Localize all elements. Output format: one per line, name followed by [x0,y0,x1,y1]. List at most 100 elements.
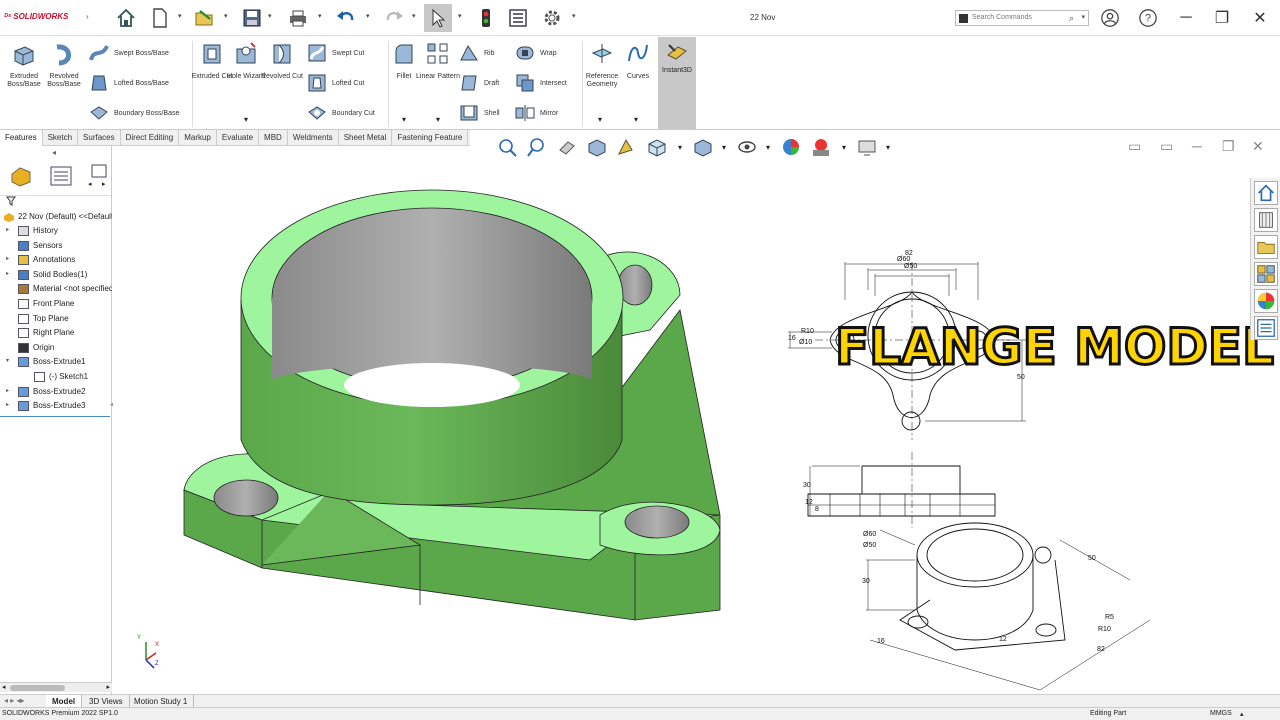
scroll-right-arrow[interactable]: ▸ [106,683,110,691]
search-icon[interactable]: ⌕ [1069,13,1074,24]
search-commands-input[interactable]: Search Commands ⌕ ▾ [955,10,1089,26]
tree-item[interactable]: ▸ Annotations [0,253,112,267]
open-icon[interactable] [190,4,218,32]
search-dropdown-icon[interactable]: ▾ [1081,13,1085,21]
view-settings-dropdown-icon[interactable]: ▾ [886,143,890,152]
tree-item[interactable]: Top Plane [0,312,112,326]
dynamic-annotation-icon[interactable] [616,136,640,160]
view-orientation-dropdown-icon[interactable]: ▾ [678,143,682,152]
draft-button[interactable]: Draft [458,71,499,95]
hide-show-items-icon[interactable] [736,136,760,160]
options-dropdown-icon[interactable]: ▾ [572,12,580,22]
logo-menu-arrow[interactable]: › [86,12,89,21]
help-icon[interactable]: ? [1136,6,1160,30]
tab-features[interactable]: Features [0,130,43,146]
new-dropdown-icon[interactable]: ▾ [178,12,186,22]
feature-tree-scrollbar[interactable]: ◂ ▸ [0,682,112,692]
apply-scene-icon[interactable] [810,136,834,160]
undo-dropdown-icon[interactable]: ▾ [366,12,374,22]
save-icon[interactable] [238,4,266,32]
curves-button[interactable]: Curves [616,41,660,81]
appearances-icon[interactable] [1254,289,1278,313]
doc-tile-icon[interactable]: ▭ [1128,138,1141,155]
tab-scroll-right[interactable]: ▸ [102,180,106,188]
scroll-thumb[interactable] [10,685,65,691]
doc-close-icon[interactable]: ✕ [1252,138,1264,155]
expand-arrow-icon[interactable]: ▸ [6,270,9,277]
tab-fastening-feature[interactable]: Fastening Feature [392,130,469,146]
solidworks-resources-icon[interactable] [1254,181,1278,205]
wrap-button[interactable]: Wrap [514,41,557,65]
tab-surfaces[interactable]: Surfaces [78,130,121,146]
zoom-area-icon[interactable] [526,136,550,160]
tree-item[interactable]: ▸ Solid Bodies(1) [0,268,112,282]
save-dropdown-icon[interactable]: ▾ [268,12,276,22]
unit-system-dropdown-icon[interactable]: ▴ [1240,710,1244,718]
view-palette-icon[interactable] [1254,262,1278,286]
expand-arrow-icon[interactable]: ▸ [6,387,9,394]
unit-system[interactable]: MMGS [1210,710,1232,717]
boundary-cut-button[interactable]: Boundary Cut [306,101,375,125]
tree-item[interactable]: ▸ Boss-Extrude3 [0,399,112,413]
rib-button[interactable]: Rib [458,41,495,65]
ribbon-dropdown-arrow[interactable]: ▾ [598,115,602,124]
property-manager-tab-icon[interactable] [48,164,74,188]
expand-arrow-icon[interactable]: ▸ [6,255,9,262]
solidworks-logo[interactable]: ᴰˢ SOLIDWORKS [4,12,68,21]
tab-scroll-left[interactable]: ◂ [88,180,92,188]
file-properties-icon[interactable] [504,4,532,32]
display-style-dropdown-icon[interactable]: ▾ [722,143,726,152]
filter-icon[interactable] [6,196,16,206]
boundary-boss-button[interactable]: Boundary Boss/Base [88,101,179,125]
panel-collapse-arrow[interactable]: ◂ [52,148,56,157]
revolved-cut-button[interactable]: Revolved Cut [260,41,304,81]
tree-item[interactable]: Material <not specified> [0,282,112,296]
file-explorer-icon[interactable] [1254,235,1278,259]
home-icon[interactable] [112,4,140,32]
undo-icon[interactable] [332,4,360,32]
display-style-icon[interactable] [692,136,716,160]
user-account-icon[interactable] [1098,6,1122,30]
section-view-icon[interactable] [586,136,610,160]
doc-restore-icon[interactable]: ❐ [1222,138,1235,155]
tree-item[interactable]: ▸ Boss-Extrude2 [0,385,112,399]
minimize-icon[interactable]: ─ [1174,6,1198,30]
expand-arrow-icon[interactable]: ▸ [6,401,9,408]
ribbon-dropdown-arrow[interactable]: ▾ [634,115,638,124]
tab-weldments[interactable]: Weldments [288,130,339,146]
design-library-icon[interactable] [1254,208,1278,232]
lofted-cut-button[interactable]: Lofted Cut [306,71,364,95]
edit-appearance-icon[interactable] [780,136,804,160]
extruded-boss-button[interactable]: Extruded Boss/Base [2,41,46,89]
tree-item[interactable]: Origin [0,341,112,355]
swept-boss-button[interactable]: Swept Boss/Base [88,41,169,65]
print-icon[interactable] [284,4,312,32]
ribbon-dropdown-arrow[interactable]: ▾ [436,115,440,124]
print-dropdown-icon[interactable]: ▾ [318,12,326,22]
previous-view-icon[interactable] [556,136,580,160]
tab-markup[interactable]: Markup [179,130,217,146]
collapse-arrow-icon[interactable]: ▾ [6,357,9,364]
ribbon-dropdown-arrow[interactable]: ▾ [402,115,406,124]
instant3d-button[interactable]: Instant3D [658,37,696,129]
custom-properties-icon[interactable] [1254,316,1278,340]
configuration-manager-tab-icon[interactable] [90,164,110,178]
ribbon-dropdown-arrow[interactable]: ▾ [244,115,248,124]
revolved-boss-button[interactable]: Revolved Boss/Base [42,41,86,89]
view-orientation-icon[interactable] [646,136,670,160]
rebuild-icon[interactable] [472,4,500,32]
select-icon[interactable] [424,4,452,32]
scroll-left-arrow[interactable]: ◂ [2,683,6,691]
select-dropdown-icon[interactable]: ▾ [458,12,466,22]
new-document-icon[interactable] [146,4,174,32]
tree-root-part[interactable]: 22 Nov (Default) <<Default> [0,210,112,224]
doc-minimize-icon[interactable]: ─ [1192,138,1202,154]
close-icon[interactable]: ✕ [1248,6,1272,30]
hide-show-dropdown-icon[interactable]: ▾ [766,143,770,152]
view-settings-icon[interactable] [856,136,880,160]
tab-nav-arrows[interactable]: ◂ ▸ ◂▸ [4,696,25,705]
tree-item[interactable]: (-) Sketch1 [0,370,112,384]
tab-sketch[interactable]: Sketch [43,130,79,146]
tree-item[interactable]: ▾ Boss-Extrude1 [0,355,112,369]
feature-tree-tab-icon[interactable] [8,164,34,188]
